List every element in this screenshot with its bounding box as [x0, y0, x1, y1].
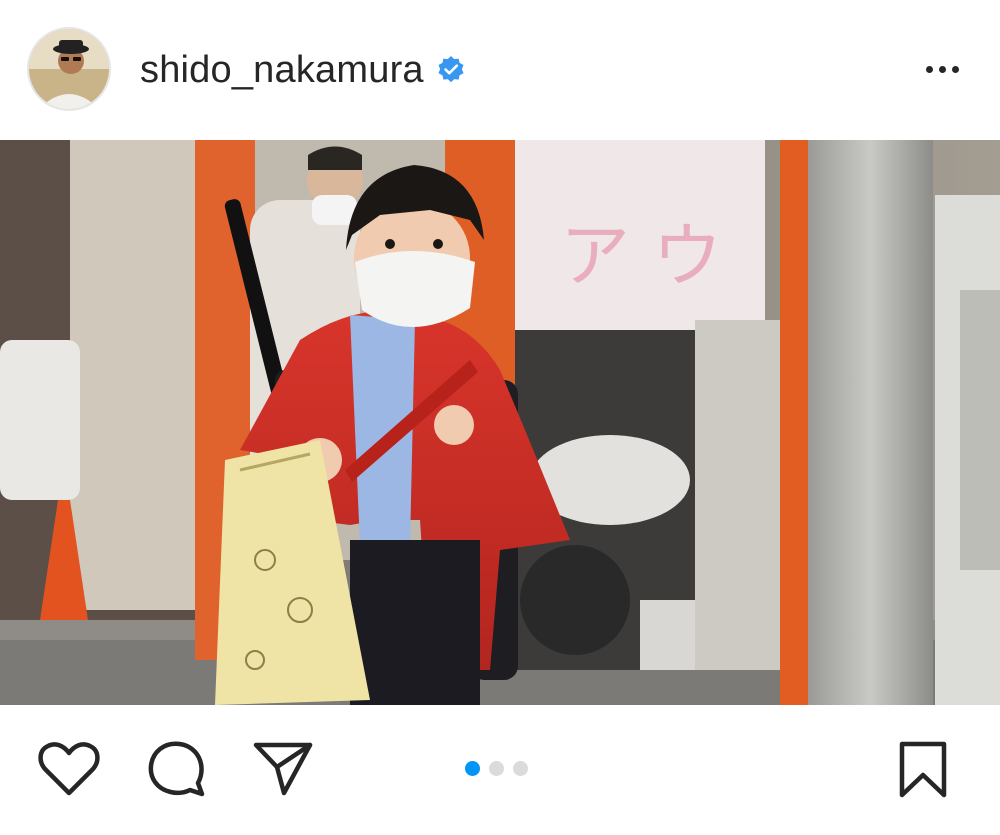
post-header: shido_nakamura	[0, 0, 1000, 140]
avatar[interactable]	[27, 27, 111, 111]
more-dot	[925, 65, 933, 73]
carousel-dot-active[interactable]	[465, 761, 480, 776]
more-options-icon[interactable]	[918, 56, 966, 82]
heart-icon[interactable]	[38, 741, 100, 797]
verified-badge-icon	[436, 55, 466, 85]
carousel-dot[interactable]	[489, 761, 504, 776]
carousel-dot[interactable]	[513, 761, 528, 776]
svg-text:ア ウ: ア ウ	[560, 215, 722, 297]
post-actions	[0, 705, 1000, 835]
comment-icon[interactable]	[148, 739, 206, 797]
post-photo[interactable]: ア ウ	[0, 140, 1000, 705]
more-dot	[951, 65, 959, 73]
carousel-indicator	[465, 761, 528, 776]
username-link[interactable]: shido_nakamura	[140, 49, 424, 92]
more-dot	[938, 65, 946, 73]
bookmark-icon[interactable]	[898, 741, 948, 799]
username-row: shido_nakamura	[140, 46, 466, 94]
paper-plane-icon[interactable]	[253, 741, 313, 797]
